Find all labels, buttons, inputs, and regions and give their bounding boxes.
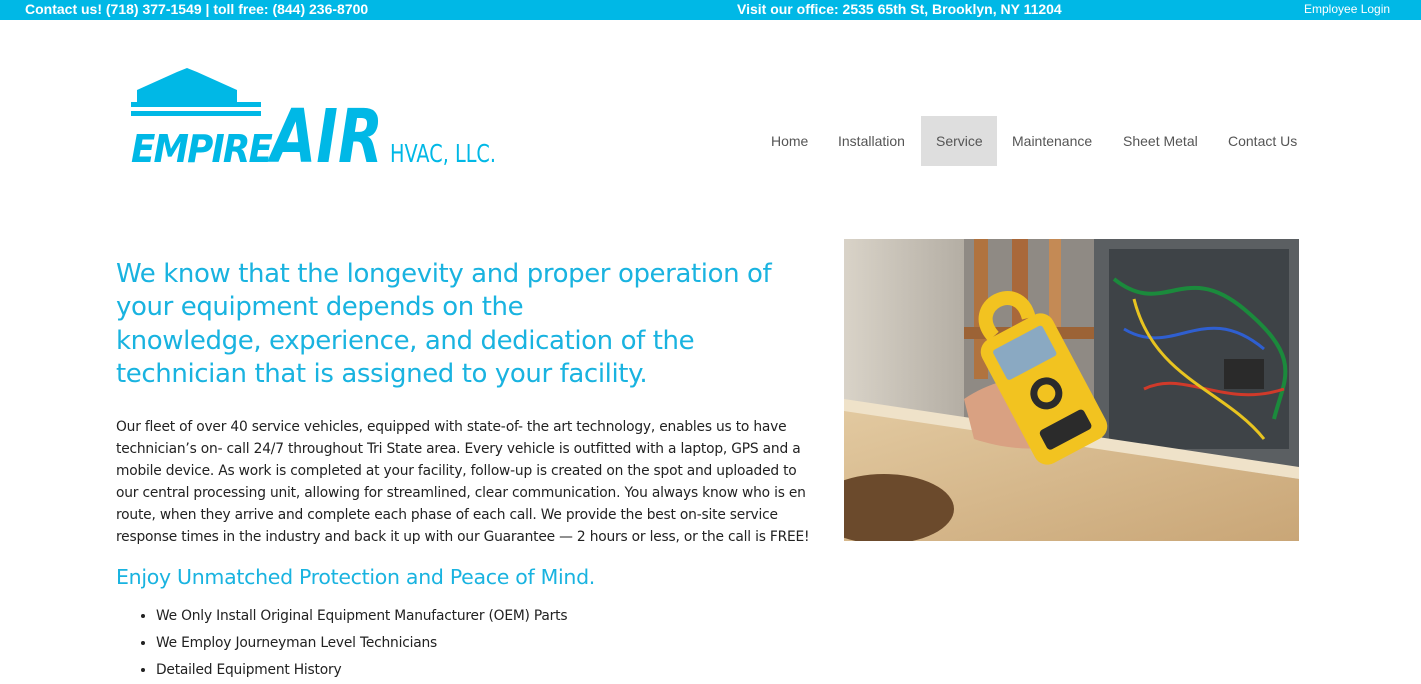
nav-item-sheet-metal[interactable]: Sheet Metal	[1108, 116, 1213, 166]
headline-line: your equipment depends on the	[116, 292, 524, 323]
nav-item-installation[interactable]: Installation	[823, 116, 921, 166]
headline-line: knowledge, experience, and dedication of…	[116, 325, 695, 356]
logo-hvac-text: HVAC, LLC.	[390, 139, 496, 168]
page-headline: We know that the longevity and proper op…	[116, 258, 816, 392]
employee-login-link[interactable]: Employee Login	[1304, 2, 1390, 16]
crown-icon	[131, 68, 261, 116]
protection-subheading: Enjoy Unmatched Protection and Peace of …	[116, 565, 596, 589]
logo-empire-text: EMPIRE	[131, 127, 273, 168]
office-address-text: Visit our office: 2535 65th St, Brooklyn…	[737, 1, 1062, 17]
benefits-list: We Only Install Original Equipment Manuf…	[116, 603, 568, 684]
nav-item-home[interactable]: Home	[756, 116, 825, 166]
nav-item-contact-us[interactable]: Contact Us	[1213, 116, 1313, 166]
logo-air-text: AIR	[267, 94, 383, 168]
list-item: We Employ Journeyman Level Technicians	[156, 630, 567, 657]
service-description: Our fleet of over 40 service vehicles, e…	[116, 419, 810, 545]
top-contact-bar: Contact us! (718) 377-1549 | toll free: …	[0, 0, 1421, 20]
nav-item-service[interactable]: Service	[921, 116, 997, 166]
technician-multimeter-photo	[844, 239, 1299, 541]
list-item: We Only Install Original Equipment Manuf…	[156, 603, 568, 630]
headline-line: technician that is assigned to your faci…	[116, 359, 648, 390]
contact-phone-text: Contact us! (718) 377-1549 | toll free: …	[25, 1, 369, 17]
list-item: Detailed Equipment History	[156, 657, 567, 684]
empire-air-logo[interactable]: EMPIRE AIR HVAC, LLC.	[131, 68, 501, 180]
headline-line: We know that the longevity and proper op…	[116, 259, 772, 289]
nav-item-maintenance[interactable]: Maintenance	[997, 116, 1108, 166]
